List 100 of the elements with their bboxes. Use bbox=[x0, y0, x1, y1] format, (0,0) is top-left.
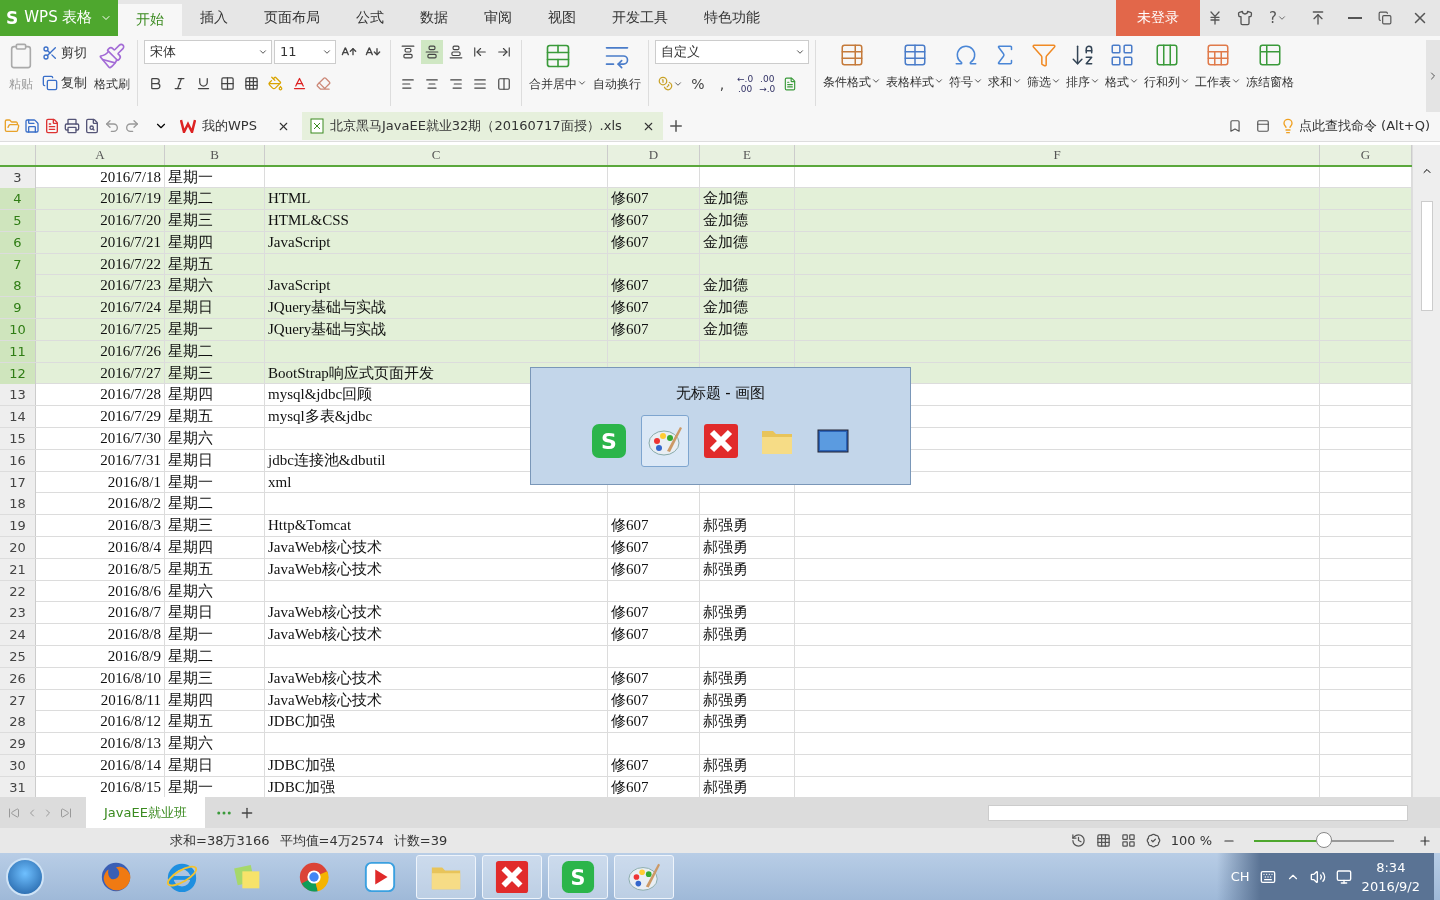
ribbon-command[interactable]: 筛选 bbox=[1026, 39, 1062, 93]
row-header[interactable]: 20 bbox=[0, 537, 36, 559]
row-header[interactable]: 31 bbox=[0, 776, 36, 798]
decimal-button[interactable]: ←.0 .00 bbox=[735, 73, 756, 94]
number-style-button[interactable]: % bbox=[687, 71, 709, 96]
row-header[interactable]: 13 bbox=[0, 384, 36, 406]
table-row[interactable]: 7 2016/7/22 星期五 bbox=[0, 253, 1412, 276]
column-header[interactable]: F bbox=[795, 144, 1320, 165]
table-row[interactable]: 23 2016/8/7 星期日 JavaWeb核心技术 修607 郝强勇 bbox=[0, 602, 1412, 625]
column-header[interactable]: D bbox=[608, 144, 700, 165]
row-header[interactable]: 25 bbox=[0, 646, 36, 668]
row-header[interactable]: 6 bbox=[0, 231, 36, 253]
row-header[interactable]: 5 bbox=[0, 210, 36, 232]
row-header[interactable]: 24 bbox=[0, 624, 36, 646]
row-header[interactable]: 12 bbox=[0, 362, 36, 384]
row-header[interactable]: 30 bbox=[0, 755, 36, 776]
table-row[interactable]: 3 2016/7/18 星期一 bbox=[0, 166, 1412, 189]
table-row[interactable]: 6 2016/7/21 星期四 JavaScript 修607 金加德 bbox=[0, 231, 1412, 254]
wrap-text-button[interactable]: 自动换行 bbox=[592, 39, 642, 95]
table-row[interactable]: 21 2016/8/5 星期五 JavaWeb核心技术 修607 郝强勇 bbox=[0, 558, 1412, 581]
horizontal-scrollbar[interactable] bbox=[988, 804, 1408, 821]
ribbon-command[interactable]: 条件格式 bbox=[822, 39, 882, 93]
zoom-in-icon[interactable] bbox=[1418, 833, 1432, 848]
merge-center-button[interactable]: 合并居中 bbox=[528, 39, 588, 95]
row-header[interactable]: 15 bbox=[0, 428, 36, 450]
normal-view-icon[interactable] bbox=[1095, 833, 1111, 849]
menu-tab[interactable]: 审阅 bbox=[466, 0, 530, 36]
row-header[interactable]: 14 bbox=[0, 406, 36, 428]
table-row[interactable]: 30 2016/8/14 星期日 JDBC加强 修607 郝强勇 bbox=[0, 755, 1412, 777]
preview-icon[interactable] bbox=[84, 118, 100, 135]
table-row[interactable]: 11 2016/7/26 星期二 bbox=[0, 340, 1412, 363]
pdf-icon[interactable] bbox=[44, 118, 60, 135]
menu-tab[interactable]: 插入 bbox=[182, 0, 246, 36]
row-header[interactable]: 28 bbox=[0, 711, 36, 733]
format-painter-button[interactable]: 格式刷 bbox=[93, 39, 131, 95]
menu-tab[interactable]: 视图 bbox=[530, 0, 594, 36]
print-icon[interactable] bbox=[64, 118, 80, 135]
taskbar-button[interactable] bbox=[614, 854, 674, 899]
bookmark-icon[interactable] bbox=[1228, 119, 1242, 134]
column-header[interactable]: A bbox=[36, 144, 165, 165]
table-row[interactable]: 22 2016/8/6 星期六 bbox=[0, 580, 1412, 603]
row-header[interactable]: 4 bbox=[0, 188, 36, 210]
table-row[interactable]: 28 2016/8/12 星期五 JDBC加强 修607 郝强勇 bbox=[0, 711, 1412, 734]
table-row[interactable]: 20 2016/8/4 星期四 JavaWeb核心技术 修607 郝强勇 bbox=[0, 537, 1412, 559]
row-header[interactable]: 3 bbox=[0, 166, 36, 188]
ribbon-command[interactable]: 冻结窗格 bbox=[1245, 39, 1295, 93]
row-header[interactable]: 16 bbox=[0, 449, 36, 471]
history-icon[interactable] bbox=[1070, 833, 1086, 849]
number-style-button[interactable]: , bbox=[711, 71, 733, 96]
document-tab[interactable]: 北京黑马JavaEE就业32期（20160717面授）.xls bbox=[301, 112, 663, 141]
row-header[interactable]: 11 bbox=[0, 340, 36, 362]
row-header[interactable]: 22 bbox=[0, 580, 36, 602]
table-row[interactable]: 31 2016/8/15 星期一 JDBC加强 修607 郝强勇 bbox=[0, 776, 1412, 798]
volume-icon[interactable] bbox=[1309, 868, 1326, 885]
menu-tab[interactable]: 数据 bbox=[402, 0, 466, 36]
table-row[interactable]: 26 2016/8/10 星期三 JavaWeb核心技术 修607 郝强勇 bbox=[0, 667, 1412, 690]
row-header[interactable]: 26 bbox=[0, 667, 36, 689]
font-name-select[interactable]: 宋体 bbox=[144, 39, 272, 64]
scrollbar-thumb[interactable] bbox=[1420, 200, 1433, 311]
row-header[interactable]: 19 bbox=[0, 515, 36, 537]
row-header[interactable]: 21 bbox=[0, 558, 36, 580]
command-search[interactable]: 点此查找命令 (Alt+Q) bbox=[1274, 116, 1436, 137]
column-header[interactable]: C bbox=[265, 144, 608, 165]
ribbon-command[interactable]: 符号 bbox=[948, 39, 984, 93]
zoom-thumb[interactable] bbox=[1316, 831, 1332, 848]
menu-tab[interactable]: 公式 bbox=[338, 0, 402, 36]
ribbon-command[interactable]: 表格样式 bbox=[885, 39, 945, 93]
network-icon[interactable] bbox=[1335, 868, 1352, 885]
save-icon[interactable] bbox=[24, 118, 40, 135]
keyboard-icon[interactable] bbox=[1259, 868, 1276, 885]
cut-button[interactable]: 剪切 bbox=[40, 41, 89, 64]
document-tab[interactable]: 我的WPS bbox=[172, 112, 298, 141]
table-row[interactable]: 4 2016/7/19 星期二 HTML 修607 金加德 bbox=[0, 188, 1412, 211]
table-row[interactable]: 18 2016/8/2 星期二 bbox=[0, 493, 1412, 516]
table-row[interactable]: 8 2016/7/23 星期六 JavaScript 修607 金加德 bbox=[0, 275, 1412, 298]
row-header[interactable]: 17 bbox=[0, 471, 36, 493]
table-row[interactable]: 10 2016/7/25 星期一 JQuery基础与实战 修607 金加德 bbox=[0, 319, 1412, 341]
page-view-icon[interactable] bbox=[1120, 833, 1136, 849]
ribbon-command[interactable]: 排序 bbox=[1065, 39, 1101, 93]
table-row[interactable]: 9 2016/7/24 星期日 JQuery基础与实战 修607 金加德 bbox=[0, 297, 1412, 320]
column-header[interactable]: E bbox=[700, 144, 795, 165]
help-button[interactable]: ? bbox=[1260, 0, 1296, 36]
table-row[interactable]: 29 2016/8/13 星期六 bbox=[0, 733, 1412, 755]
ribbon-command[interactable]: 行和列 bbox=[1143, 39, 1191, 93]
column-header[interactable]: B bbox=[165, 144, 265, 165]
table-row[interactable]: 24 2016/8/8 星期一 JavaWeb核心技术 修607 郝强勇 bbox=[0, 624, 1412, 647]
ribbon-command[interactable]: 格式 bbox=[1104, 39, 1140, 93]
badge-icon[interactable] bbox=[1145, 833, 1161, 849]
row-header[interactable]: 10 bbox=[0, 319, 36, 341]
table-row[interactable]: 5 2016/7/20 星期三 HTML&CSS 修607 金加德 bbox=[0, 210, 1412, 232]
redo-icon[interactable] bbox=[124, 118, 140, 135]
panel-icon[interactable] bbox=[1256, 119, 1270, 134]
sheet-tab[interactable]: JavaEE就业班 bbox=[86, 797, 205, 829]
decimal-button[interactable]: .00 →.0 bbox=[757, 73, 778, 94]
menu-tab[interactable]: 页面布局 bbox=[246, 0, 338, 36]
font-size-select[interactable]: 11 bbox=[274, 39, 336, 64]
table-row[interactable]: 25 2016/8/9 星期二 bbox=[0, 646, 1412, 668]
taskbar-button[interactable] bbox=[482, 854, 542, 899]
window-thumbnail[interactable] bbox=[640, 414, 689, 467]
menu-tab[interactable]: 开发工具 bbox=[594, 0, 686, 36]
